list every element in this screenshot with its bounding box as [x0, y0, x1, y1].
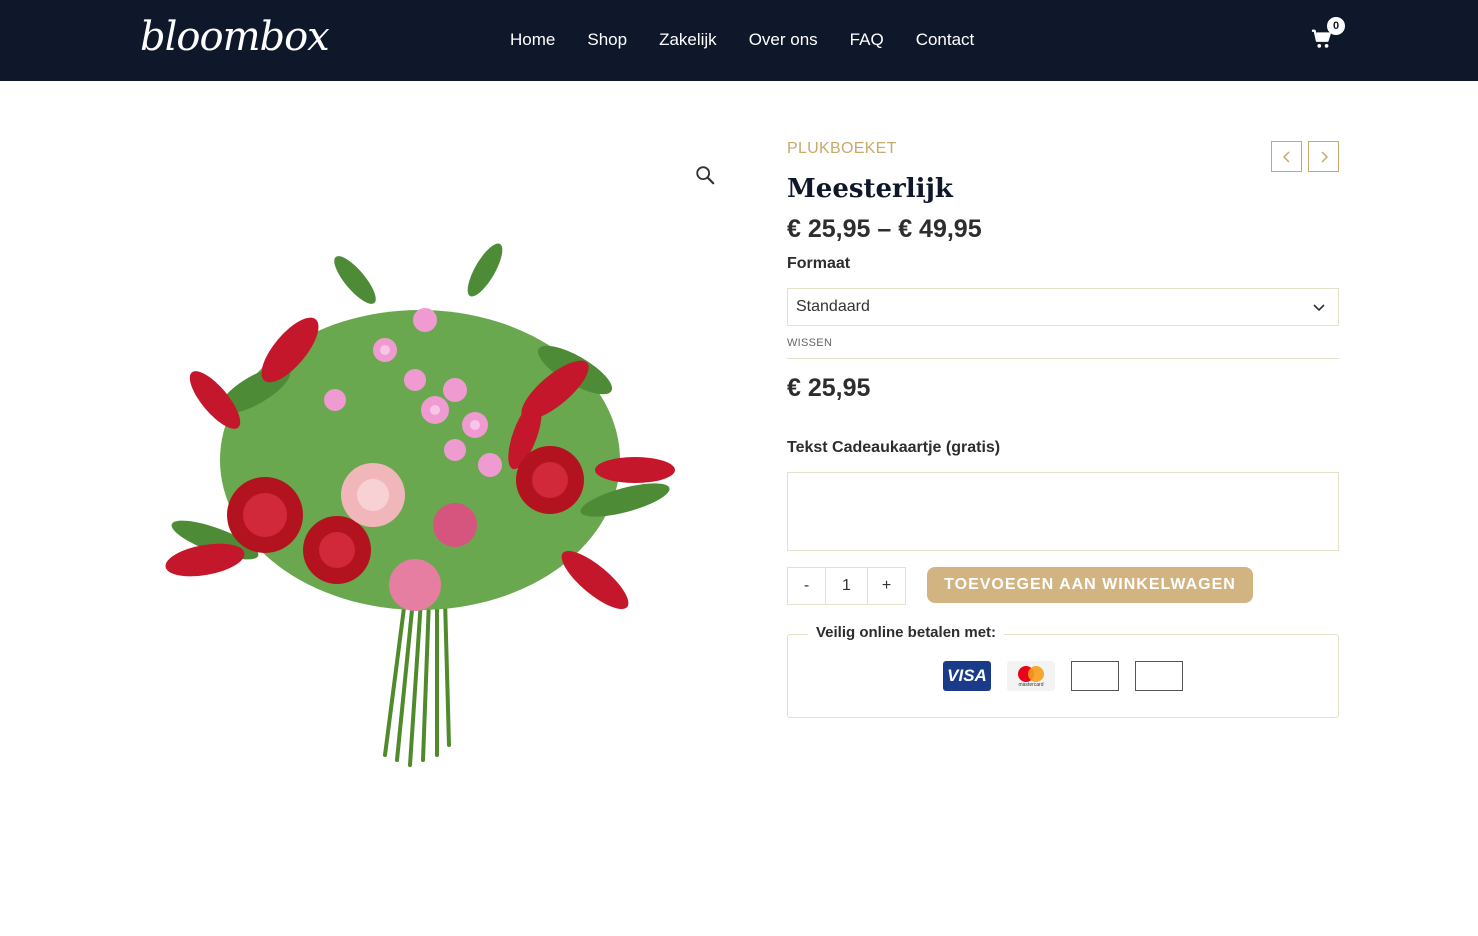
- clear-selection-link[interactable]: WISSEN: [787, 337, 832, 349]
- chevron-down-icon: [1313, 304, 1325, 312]
- cart-count-badge: 0: [1327, 17, 1345, 35]
- format-selected-value: Standaard: [796, 298, 870, 315]
- logo[interactable]: bloombox: [140, 14, 330, 60]
- next-product-button[interactable]: [1308, 141, 1339, 172]
- nav-home[interactable]: Home: [510, 30, 555, 50]
- payment-method-icon: [1135, 661, 1183, 691]
- quantity-stepper: - 1 +: [787, 567, 906, 605]
- add-to-cart-button[interactable]: TOEVOEGEN AAN WINKELWAGEN: [927, 567, 1253, 603]
- chevron-left-icon: [1282, 150, 1290, 163]
- format-label: Formaat: [787, 255, 851, 272]
- divider: [787, 358, 1339, 359]
- mastercard-wordmark: mastercard: [1018, 681, 1044, 688]
- product-image-bouquet[interactable]: [155, 240, 685, 790]
- payment-icons: VISA mastercard: [943, 661, 1183, 691]
- nav-faq[interactable]: FAQ: [850, 30, 884, 50]
- nav-over-ons[interactable]: Over ons: [749, 30, 818, 50]
- prev-product-button[interactable]: [1271, 141, 1302, 172]
- nav-zakelijk[interactable]: Zakelijk: [659, 30, 717, 50]
- quantity-input[interactable]: 1: [826, 567, 867, 605]
- site-header: bloombox Home Shop Zakelijk Over ons FAQ…: [0, 0, 1478, 81]
- price-range: € 25,95 – € 49,95: [787, 215, 982, 243]
- gift-card-label: Tekst Cadeaukaartje (gratis): [787, 439, 1001, 456]
- payment-legend: Veilig online betalen met:: [808, 624, 1005, 641]
- nav-contact[interactable]: Contact: [916, 30, 975, 50]
- visa-icon: VISA: [943, 661, 991, 691]
- zoom-icon[interactable]: [694, 164, 716, 186]
- gift-card-textarea[interactable]: [787, 472, 1339, 551]
- format-select[interactable]: Standaard: [787, 288, 1339, 326]
- nav-shop[interactable]: Shop: [587, 30, 627, 50]
- variant-price: € 25,95: [787, 374, 871, 402]
- product-title: Meesterlijk: [787, 174, 953, 204]
- chevron-right-icon: [1320, 150, 1328, 163]
- quantity-minus-button[interactable]: -: [787, 567, 826, 605]
- product-nav-arrows: [1271, 141, 1339, 172]
- payment-method-icon: [1071, 661, 1119, 691]
- product-category[interactable]: PLUKBOEKET: [787, 140, 897, 158]
- main-nav: Home Shop Zakelijk Over ons FAQ Contact: [510, 30, 974, 50]
- quantity-plus-button[interactable]: +: [867, 567, 906, 605]
- mastercard-icon: mastercard: [1007, 661, 1055, 691]
